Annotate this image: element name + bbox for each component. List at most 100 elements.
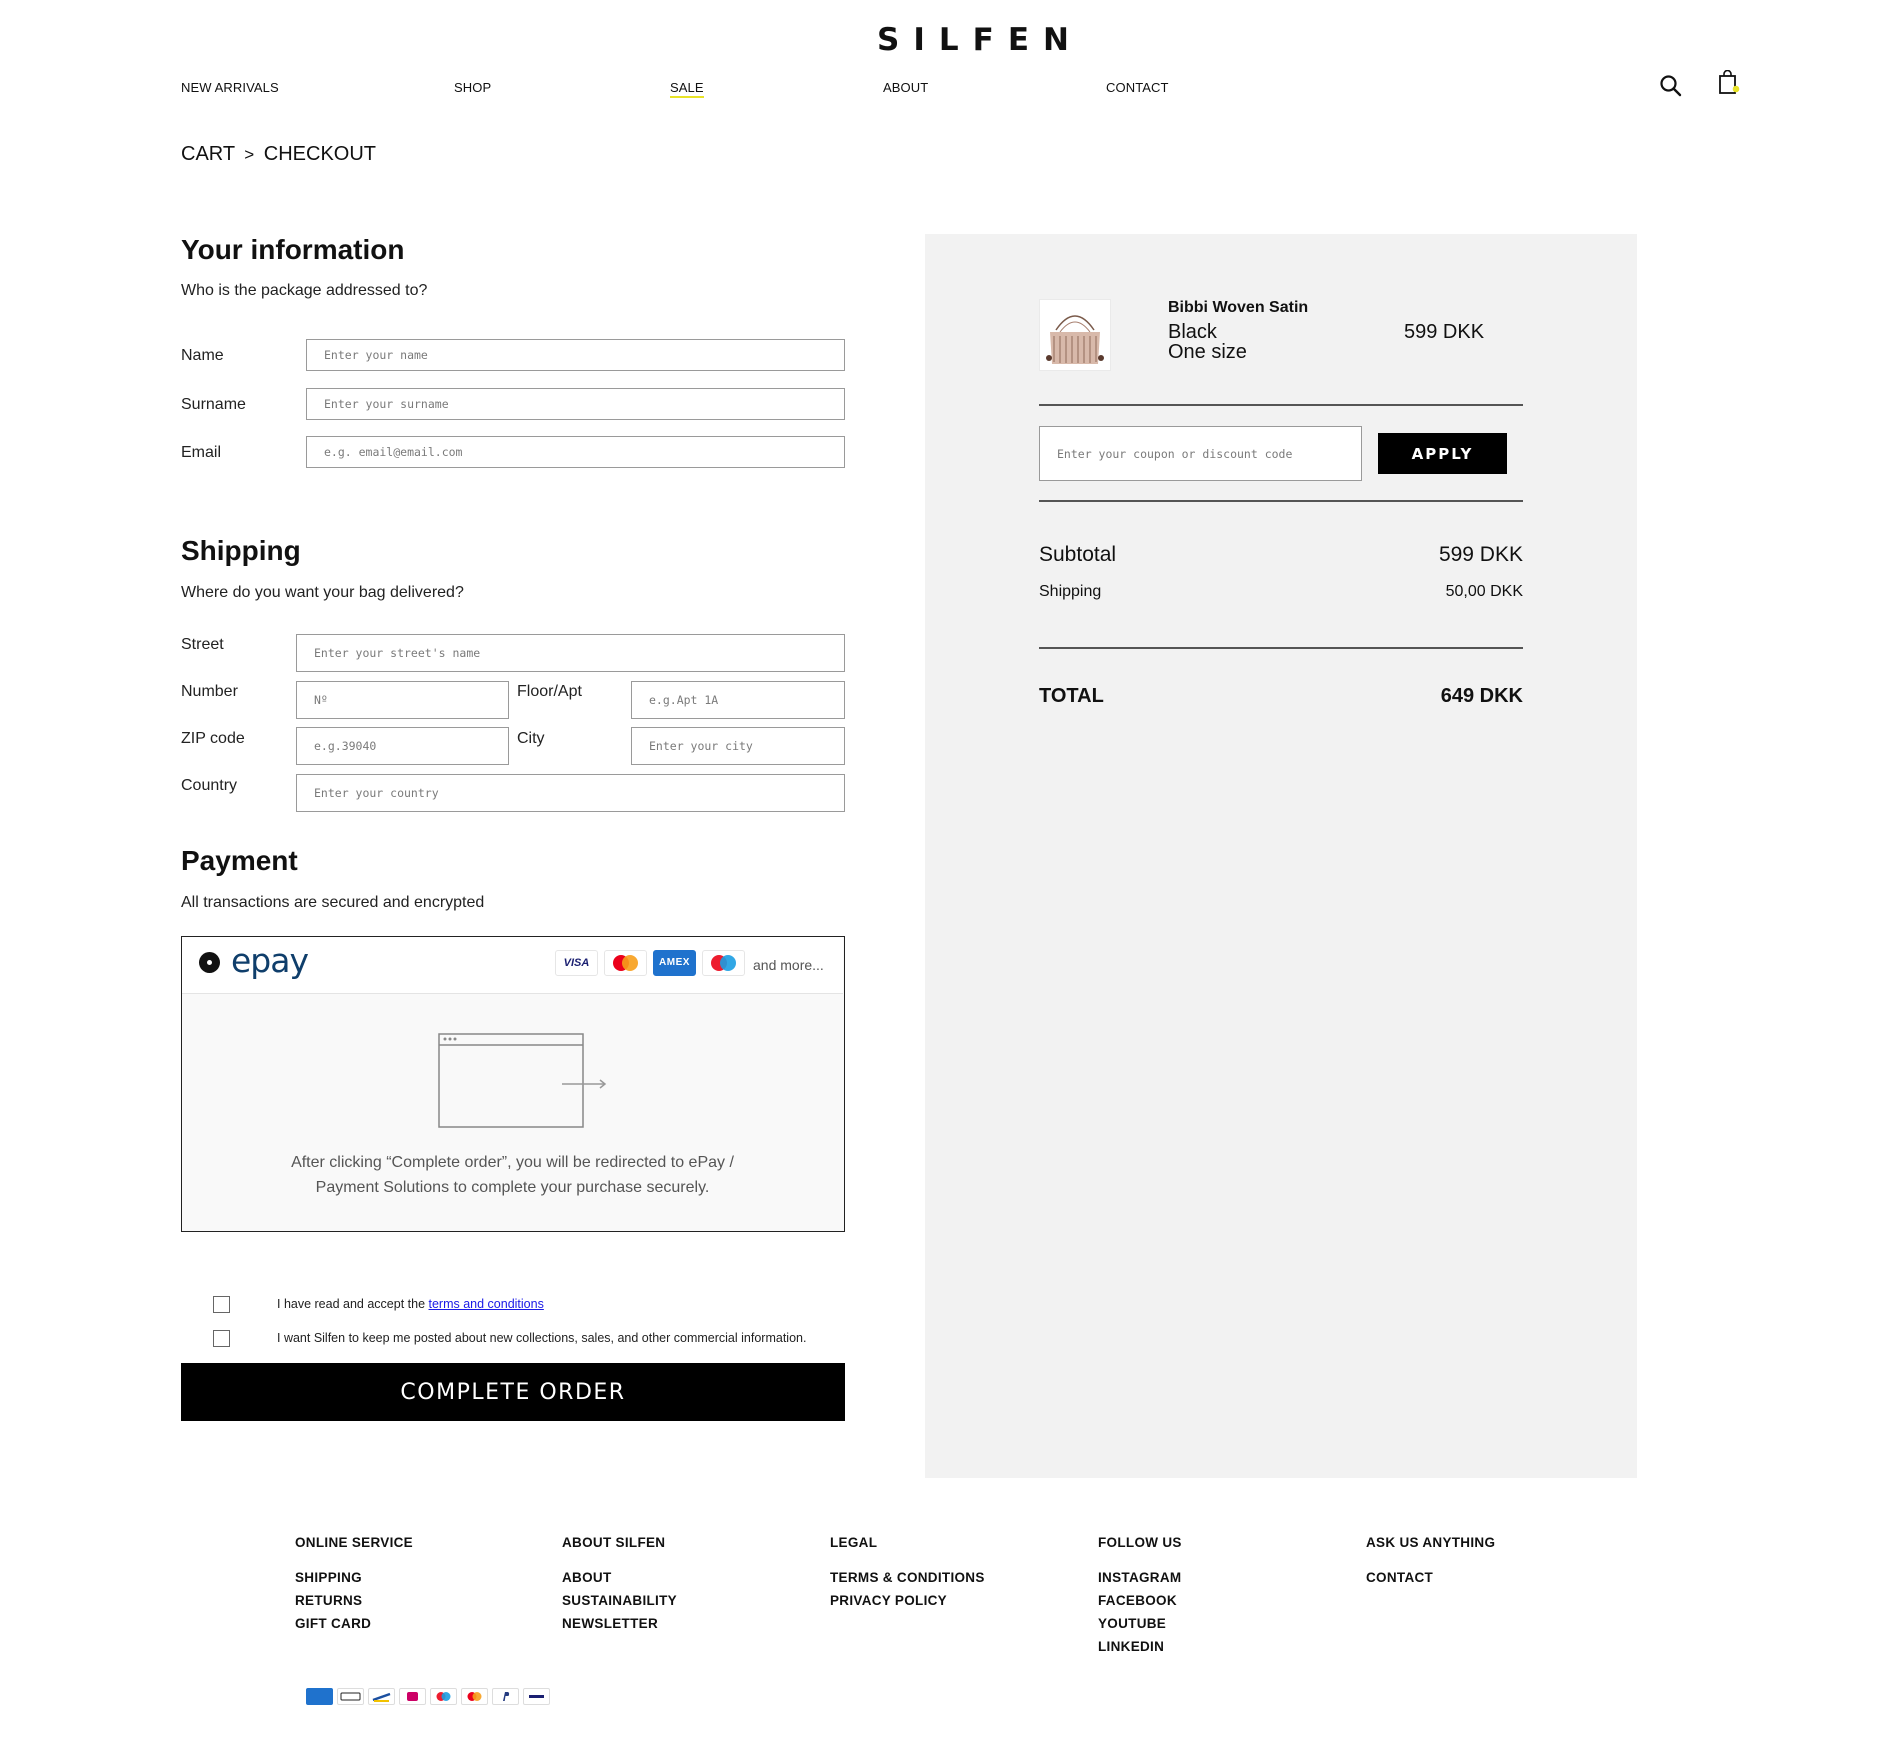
country-input[interactable] — [296, 774, 845, 812]
breadcrumb-checkout: CHECKOUT — [263, 143, 377, 165]
order-summary-panel — [925, 234, 1637, 1478]
mastercard-icon — [604, 950, 647, 976]
number-label: Number — [181, 683, 238, 700]
maestro-icon — [430, 1688, 457, 1705]
street-label: Street — [181, 636, 224, 653]
footer-column-ask-us: ASK US ANYTHING CONTACT — [1366, 1535, 1495, 1585]
mastercard-icon — [461, 1688, 488, 1705]
amex-icon: AMEX — [653, 950, 696, 976]
terms-text: I have read and accept the terms and con… — [277, 1297, 544, 1311]
newsletter-checkbox[interactable] — [213, 1330, 230, 1347]
handbag-image — [1046, 315, 1104, 364]
footer-heading: LEGAL — [830, 1535, 878, 1550]
divider — [1039, 404, 1523, 406]
footer-link-youtube[interactable]: YOUTUBE — [1098, 1616, 1182, 1631]
product-price: 599 DKK — [1404, 321, 1485, 343]
footer-heading: ONLINE SERVICE — [295, 1535, 413, 1550]
footer-heading: ABOUT SILFEN — [562, 1535, 666, 1550]
footer-link-instagram[interactable]: INSTAGRAM — [1098, 1570, 1182, 1585]
nav-new-arrivals[interactable]: NEW ARRIVALS — [181, 80, 279, 95]
terms-checkbox[interactable] — [213, 1296, 230, 1313]
nav-contact[interactable]: CONTACT — [1106, 80, 1169, 95]
amex-icon — [306, 1688, 333, 1705]
epay-logo: epay — [231, 941, 309, 980]
apply-coupon-button[interactable]: APPLY — [1378, 433, 1507, 474]
surname-label: Surname — [181, 396, 246, 413]
footer-column-online-service: ONLINE SERVICE SHIPPING RETURNS GIFT CAR… — [295, 1535, 413, 1631]
zip-input[interactable] — [296, 727, 509, 765]
arrow-right-icon — [560, 1077, 610, 1091]
nav-shop[interactable]: SHOP — [454, 80, 491, 95]
footer-heading: FOLLOW US — [1098, 1535, 1182, 1550]
footer-link-terms[interactable]: TERMS & CONDITIONS — [830, 1570, 985, 1585]
number-input[interactable] — [296, 681, 509, 719]
footer-link-sustainability[interactable]: SUSTAINABILITY — [562, 1593, 677, 1608]
search-icon[interactable] — [1659, 74, 1683, 98]
footer-column-about-silfen: ABOUT SILFEN ABOUT SUSTAINABILITY NEWSLE… — [562, 1535, 677, 1631]
street-input[interactable] — [296, 634, 845, 672]
footer-link-about[interactable]: ABOUT — [562, 1570, 677, 1585]
city-input[interactable] — [631, 727, 845, 765]
visa-icon: VISA — [555, 950, 598, 976]
surname-input[interactable] — [306, 388, 845, 420]
total-value: 649 DKK — [1440, 685, 1523, 707]
country-label: Country — [181, 777, 238, 794]
redirect-notice-line2: Payment Solutions to complete your purch… — [315, 1179, 710, 1196]
shipping-cost-label: Shipping — [1039, 583, 1102, 600]
redirect-notice-line1: After clicking “Complete order”, you wil… — [291, 1154, 734, 1171]
name-label: Name — [181, 347, 224, 364]
footer-link-contact[interactable]: CONTACT — [1366, 1570, 1495, 1585]
breadcrumb-separator: > — [244, 145, 255, 164]
nav-sale[interactable]: SALE — [670, 80, 704, 98]
divider — [1039, 500, 1523, 502]
breadcrumb: CART > CHECKOUT — [181, 143, 376, 166]
apple-pay-icon — [337, 1688, 364, 1705]
subtotal-label: Subtotal — [1039, 543, 1117, 566]
email-label: Email — [181, 444, 222, 461]
redirect-notice: After clicking “Complete order”, you wil… — [182, 1150, 843, 1200]
total-label: TOTAL — [1039, 685, 1104, 707]
footer-column-follow-us: FOLLOW US INSTAGRAM FACEBOOK YOUTUBE LIN… — [1098, 1535, 1182, 1654]
product-size: One size — [1168, 341, 1247, 363]
breadcrumb-cart[interactable]: CART — [181, 143, 235, 165]
newsletter-text: I want Silfen to keep me posted about ne… — [277, 1331, 807, 1345]
complete-order-button[interactable]: COMPLETE ORDER — [181, 1363, 845, 1421]
footer-link-shipping[interactable]: SHIPPING — [295, 1570, 413, 1585]
info-subtitle: Who is the package addressed to? — [181, 282, 428, 299]
payment-method-box[interactable]: epay VISA AMEX and more... After clickin… — [181, 936, 845, 1232]
floor-label: Floor/Apt — [517, 683, 582, 700]
maestro-icon — [702, 950, 745, 976]
footer-link-linkedin[interactable]: LINKEDIN — [1098, 1639, 1182, 1654]
footer-link-gift-card[interactable]: GIFT CARD — [295, 1616, 413, 1631]
footer-column-legal: LEGAL TERMS & CONDITIONS PRIVACY POLICY — [830, 1535, 985, 1608]
divider — [1039, 647, 1523, 649]
nav-about[interactable]: ABOUT — [883, 80, 928, 95]
name-input[interactable] — [306, 339, 845, 371]
product-name[interactable]: Bibbi Woven Satin — [1168, 299, 1308, 317]
subtotal-value: 599 DKK — [1438, 543, 1523, 566]
and-more-text: and more... — [753, 957, 824, 973]
bank-transfer-icon — [368, 1688, 395, 1705]
shipping-title: Shipping — [181, 535, 301, 566]
coupon-input[interactable] — [1039, 426, 1362, 481]
paypal-icon — [492, 1688, 519, 1705]
ideal-icon — [399, 1688, 426, 1705]
shopping-bag-icon[interactable] — [1717, 69, 1741, 96]
zip-label: ZIP code — [181, 730, 245, 747]
footer-link-privacy[interactable]: PRIVACY POLICY — [830, 1593, 985, 1608]
footer-heading: ASK US ANYTHING — [1366, 1535, 1496, 1550]
footer-link-newsletter[interactable]: NEWSLETTER — [562, 1616, 677, 1631]
terms-link[interactable]: terms and conditions — [429, 1297, 544, 1311]
footer-link-returns[interactable]: RETURNS — [295, 1593, 413, 1608]
product-thumbnail[interactable] — [1039, 299, 1111, 371]
footer-link-facebook[interactable]: FACEBOOK — [1098, 1593, 1182, 1608]
shipping-subtitle: Where do you want your bag delivered? — [181, 584, 464, 601]
email-input[interactable] — [306, 436, 845, 468]
floor-input[interactable] — [631, 681, 845, 719]
terms-prefix: I have read and accept the — [277, 1297, 429, 1311]
payment-subtitle: All transactions are secured and encrypt… — [181, 894, 485, 911]
shipping-cost-value: 50,00 DKK — [1445, 583, 1523, 600]
payment-radio[interactable] — [199, 952, 220, 973]
brand-logo[interactable]: SILFEN — [0, 22, 1903, 58]
payment-method-header[interactable]: epay VISA AMEX and more... — [182, 937, 843, 994]
